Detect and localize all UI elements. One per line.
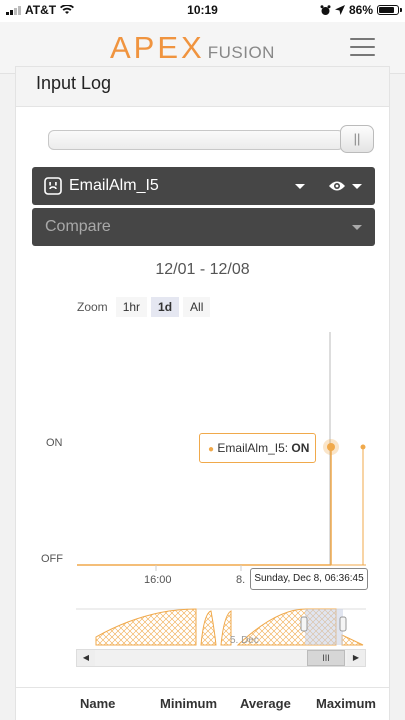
- active-point: [327, 443, 335, 451]
- chart-plot[interactable]: 16:00 8.: [16, 327, 389, 647]
- time-range-slider-handle[interactable]: ||: [340, 125, 374, 153]
- logo-main: APEX: [110, 30, 205, 65]
- x-tick-1600: 16:00: [144, 574, 172, 586]
- data-point: [360, 444, 366, 450]
- navigator[interactable]: 5. Dec: [16, 607, 389, 651]
- logo-sub: FUSION: [207, 43, 275, 62]
- scroll-right-arrow-icon[interactable]: ▶: [347, 650, 365, 666]
- status-right-group: 86%: [320, 3, 402, 17]
- battery-percent: 86%: [348, 3, 373, 17]
- navigator-scrollbar[interactable]: ◀ III ▶: [76, 649, 366, 667]
- outlet-icon: [44, 177, 62, 195]
- navigator-date-label: 5. Dec: [230, 635, 259, 646]
- status-bar: AT&T 10:19 86%: [0, 0, 405, 22]
- apex-fusion-logo[interactable]: APEX FUSION: [110, 30, 275, 66]
- col-maximum: Maximum: [316, 696, 376, 711]
- tooltip-value: ON: [291, 441, 310, 455]
- compare-chevron-down-icon: [352, 225, 362, 230]
- navigator-handle-right: [339, 616, 347, 632]
- eye-icon[interactable]: [328, 179, 346, 193]
- col-name: Name: [80, 696, 116, 711]
- hamburger-menu-icon[interactable]: [350, 38, 375, 58]
- navigator-selection: [305, 609, 343, 645]
- panel-title: Input Log: [16, 67, 389, 107]
- zoom-label: Zoom: [77, 300, 108, 314]
- zoom-1d-button[interactable]: 1d: [151, 297, 180, 317]
- scroll-left-arrow-icon[interactable]: ◀: [77, 650, 95, 666]
- zoom-all-button[interactable]: All: [183, 297, 211, 317]
- chevron-down-icon: [295, 184, 305, 189]
- scrollbar-thumb[interactable]: III: [307, 650, 345, 666]
- output-select-value: EmailAlm_I5: [69, 177, 159, 194]
- stats-table-header: Name Minimum Average Maximum: [16, 687, 389, 719]
- col-average: Average: [240, 696, 291, 711]
- visibility-chevron-down-icon[interactable]: [352, 184, 362, 189]
- battery-icon: [377, 5, 402, 15]
- crosshair-time-label: Sunday, Dec 8, 06:36:45: [250, 568, 368, 590]
- navigator-handle-left: [300, 616, 308, 632]
- location-icon: [334, 5, 345, 15]
- col-minimum: Minimum: [160, 696, 218, 711]
- alarm-icon: [320, 4, 331, 15]
- compare-select[interactable]: Compare: [32, 208, 375, 246]
- series-tooltip: ● EmailAlm_I5: ON: [199, 433, 316, 463]
- output-select[interactable]: EmailAlm_I5: [32, 167, 375, 205]
- time-range-slider-track[interactable]: [48, 130, 344, 150]
- x-tick-8: 8.: [236, 574, 245, 586]
- zoom-1hr-button[interactable]: 1hr: [115, 297, 148, 317]
- input-log-panel: Input Log || EmailAlm_I5 Compare 12/01 -…: [15, 66, 390, 720]
- date-range-label: 12/01 - 12/08: [155, 261, 250, 278]
- tooltip-series-name: EmailAlm_I5: [217, 441, 285, 455]
- zoom-controls: Zoom 1hr 1d All: [77, 297, 211, 317]
- compare-placeholder: Compare: [45, 218, 111, 235]
